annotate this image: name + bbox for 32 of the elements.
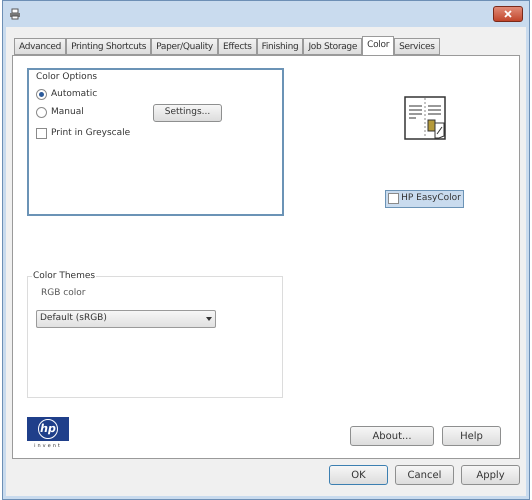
- tab[interactable]: Printing Shortcuts: [66, 38, 152, 55]
- easycolor-checkbox[interactable]: HP EasyColor: [385, 190, 464, 208]
- dropdown-value: Default (sRGB): [40, 312, 107, 325]
- tab[interactable]: Effects: [218, 38, 257, 55]
- radio-button[interactable]: [36, 89, 47, 100]
- radio-label: Manual: [51, 106, 85, 119]
- dialog-button[interactable]: Apply: [461, 465, 520, 485]
- tab[interactable]: Paper/Quality: [151, 38, 218, 55]
- checkbox[interactable]: [36, 128, 47, 139]
- tab[interactable]: Services: [394, 38, 440, 55]
- close-icon: [504, 10, 512, 18]
- dropdown-arrow-icon: [206, 316, 212, 320]
- group-title: Color Options: [36, 71, 98, 84]
- radio-button[interactable]: [36, 107, 47, 118]
- tab[interactable]: Job Storage: [303, 38, 362, 55]
- checkbox[interactable]: [388, 193, 400, 204]
- rgb-dropdown[interactable]: Default (sRGB): [36, 310, 216, 328]
- settings-button[interactable]: Settings...: [153, 104, 222, 122]
- close-button[interactable]: [493, 6, 523, 22]
- tab[interactable]: Finishing: [256, 38, 304, 55]
- document-preview-icon: [404, 96, 446, 140]
- dialog-button[interactable]: About...: [350, 426, 434, 446]
- printer-icon: [9, 8, 21, 20]
- tab[interactable]: Color: [362, 36, 394, 56]
- checkbox-label: HP EasyColor: [401, 192, 461, 205]
- checkbox-label: Print in Greyscale: [51, 126, 130, 140]
- dialog-button[interactable]: Help: [442, 426, 501, 446]
- tab[interactable]: Advanced: [14, 38, 66, 55]
- field-label: RGB color: [41, 287, 86, 300]
- radio-label: Automatic: [51, 88, 98, 101]
- dialog-button[interactable]: OK: [329, 465, 388, 485]
- dialog-button[interactable]: Cancel: [395, 465, 454, 485]
